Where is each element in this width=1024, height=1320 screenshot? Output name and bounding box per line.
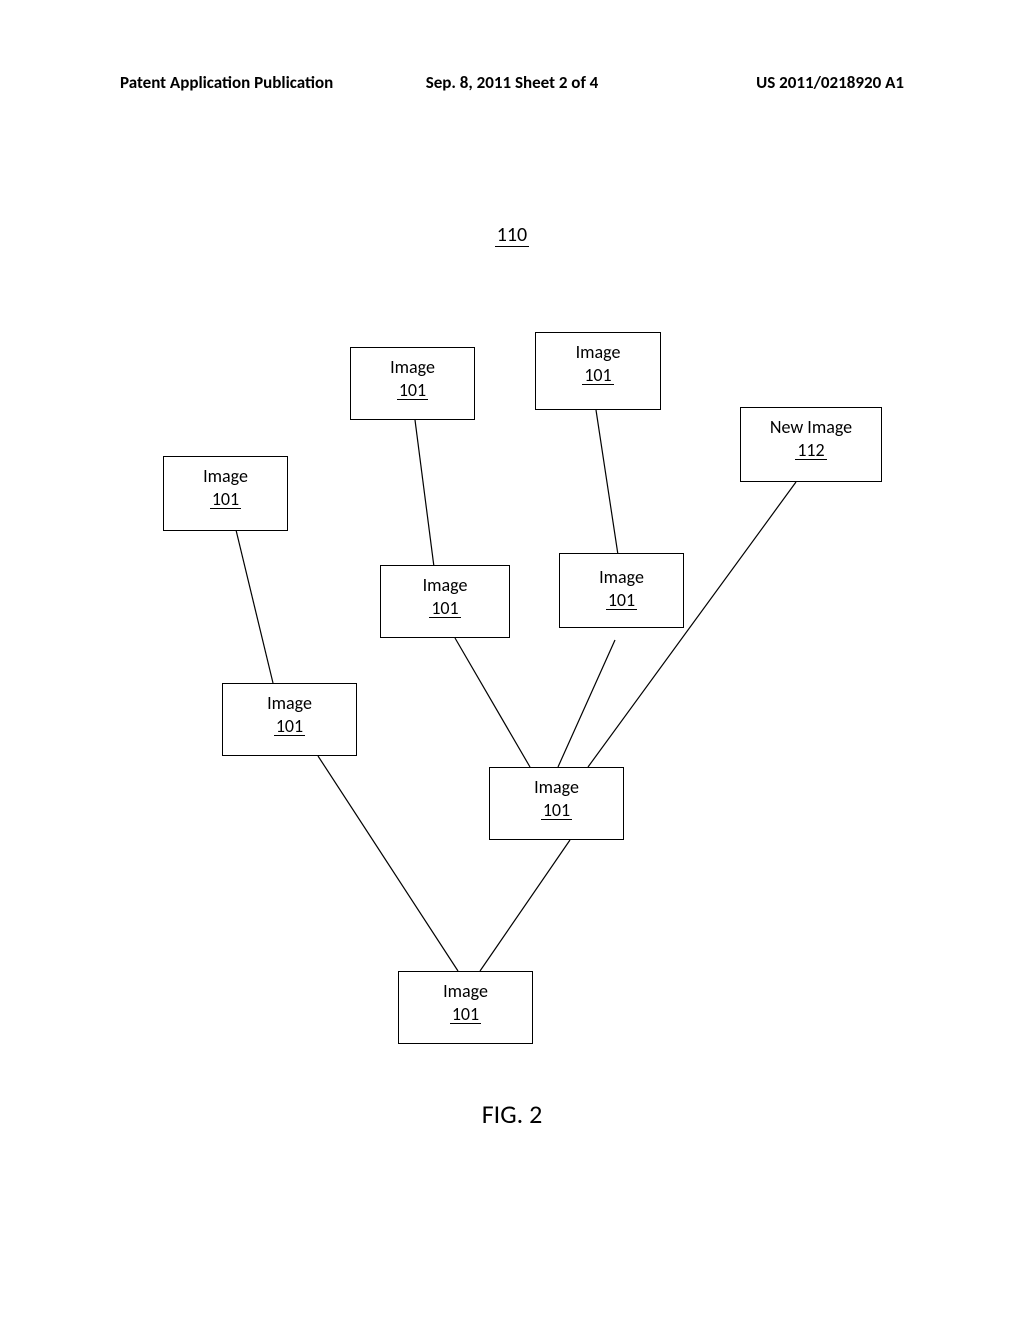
node-label: Image [164, 465, 287, 488]
node-image-i: Image 101 [398, 971, 533, 1044]
node-image-f: Image 101 [559, 553, 684, 628]
node-ref: 101 [606, 591, 637, 611]
node-label: Image [223, 692, 356, 715]
node-image-g: Image 101 [222, 683, 357, 756]
node-label: Image [381, 574, 509, 597]
node-label: New Image [741, 416, 881, 439]
node-label: Image [399, 980, 532, 1003]
node-new-image-c: New Image 112 [740, 407, 882, 482]
node-ref: 101 [450, 1005, 481, 1025]
node-ref: 101 [582, 366, 613, 386]
node-ref: 101 [210, 490, 241, 510]
node-image-e: Image 101 [380, 565, 510, 638]
node-ref: 101 [429, 599, 460, 619]
node-ref: 112 [795, 441, 826, 461]
node-ref: 101 [397, 381, 428, 401]
node-image-h: Image 101 [489, 767, 624, 840]
node-image-a: Image 101 [350, 347, 475, 420]
node-ref: 101 [541, 801, 572, 821]
node-label: Image [351, 356, 474, 379]
node-image-d: Image 101 [163, 456, 288, 531]
node-label: Image [490, 776, 623, 799]
node-image-b: Image 101 [535, 332, 661, 410]
node-ref: 101 [274, 717, 305, 737]
figure-caption: FIG. 2 [0, 1098, 1024, 1130]
page: Patent Application Publication Sep. 8, 2… [0, 0, 1024, 1320]
node-label: Image [536, 341, 660, 364]
node-label: Image [560, 566, 683, 589]
